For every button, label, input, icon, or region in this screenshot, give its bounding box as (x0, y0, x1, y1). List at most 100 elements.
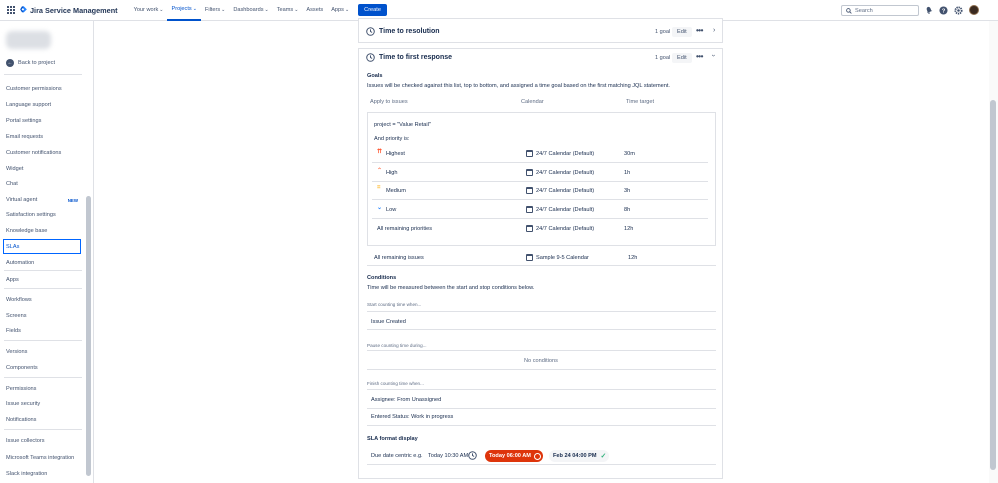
sla-title: Time to first response (379, 54, 453, 61)
edit-button[interactable]: Edit (672, 53, 692, 63)
format-label: Due date centric e.g. (371, 453, 423, 459)
start-condition-value[interactable]: Issue Created (371, 319, 406, 325)
menu-projects[interactable]: Projects ⌄ (167, 0, 201, 21)
calendar-icon (526, 206, 533, 213)
divider (367, 408, 716, 409)
menu-your-work[interactable]: Your work ⌄ (130, 0, 168, 21)
priority-name: Low (386, 207, 397, 213)
sidebar-item-permissions[interactable]: Permissions (4, 382, 82, 396)
sidebar-scrollbar[interactable] (86, 196, 91, 476)
priority-name: Highest (386, 151, 405, 157)
menu-dashboards[interactable]: Dashboards ⌄ (229, 0, 272, 21)
page-scrollbar-thumb[interactable] (990, 100, 996, 470)
sidebar-item-apps[interactable]: Apps (4, 273, 82, 287)
back-to-project-link[interactable]: ← Back to project (6, 59, 55, 67)
sidebar-item-customer-notifications[interactable]: Customer notifications (4, 146, 82, 160)
format-example-met: Feb 24 04:00 PM ✓ (549, 450, 609, 462)
chevron-down-icon[interactable]: › (710, 54, 717, 56)
clock-icon (533, 452, 541, 460)
remaining-issues-label: All remaining issues (374, 255, 424, 261)
user-avatar[interactable] (969, 5, 979, 15)
edit-button[interactable]: Edit (672, 27, 692, 37)
divider (367, 464, 716, 465)
search-input[interactable]: Search (841, 5, 919, 16)
new-badge: NEW (67, 197, 78, 203)
sidebar-item-slas[interactable]: SLAs (3, 239, 81, 254)
divider (4, 288, 82, 289)
search-icon (846, 7, 852, 14)
notifications-icon[interactable] (924, 6, 933, 15)
sidebar-item-workflows[interactable]: Workflows (4, 293, 82, 307)
menu-filters[interactable]: Filters ⌄ (201, 0, 229, 21)
sidebar-item-fields[interactable]: Fields (4, 324, 82, 338)
sidebar-item-customer-permissions[interactable]: Customer permissions (4, 82, 82, 96)
pause-condition-label: Pause counting time during... (367, 343, 427, 348)
calendar-icon (526, 169, 533, 176)
create-button[interactable]: Create (358, 4, 387, 16)
sidebar-item-virtual-agent[interactable]: Virtual agent NEW (4, 193, 82, 207)
time-target: 8h (624, 207, 631, 213)
more-actions-icon[interactable]: ••• (696, 52, 703, 61)
sidebar-item-chat[interactable]: Chat (4, 177, 82, 191)
sidebar-item-knowledge-base[interactable]: Knowledge base (4, 224, 82, 238)
menu-apps[interactable]: Apps ⌄ (327, 0, 353, 21)
app-switcher-icon[interactable] (7, 5, 16, 15)
sidebar-item-components[interactable]: Components (4, 361, 82, 375)
sidebar-item-automation[interactable]: Automation (4, 256, 82, 270)
calendar-name: 24/7 Calendar (Default) (536, 170, 595, 176)
calendar-icon (526, 225, 533, 232)
more-actions-icon[interactable]: ••• (696, 26, 703, 35)
conditions-heading: Conditions (367, 275, 397, 281)
sidebar-item-issue-security[interactable]: Issue security (4, 397, 82, 411)
sidebar-item-issue-collectors[interactable]: Issue collectors (4, 434, 82, 448)
divider (4, 270, 82, 271)
chevron-down-icon: ⌄ (344, 7, 350, 13)
product-name: Jira Service Management (30, 5, 118, 15)
sidebar-item-screens[interactable]: Screens (4, 309, 82, 323)
chevron-right-icon[interactable]: › (713, 27, 715, 34)
chevron-down-icon: ⌄ (264, 7, 269, 13)
time-target: 12h (628, 255, 638, 261)
divider (367, 265, 716, 266)
jql-statement: project = "Value Retail" (374, 122, 431, 128)
product-logo[interactable]: Jira Service Management (20, 6, 118, 15)
sidebar-item-satisfaction-settings[interactable]: Satisfaction settings (4, 208, 82, 222)
menu-assets[interactable]: Assets (302, 0, 327, 21)
sidebar-item-notifications[interactable]: Notifications (4, 413, 82, 427)
priority-low-icon: ⌄ (377, 205, 383, 211)
calendar-icon (526, 187, 533, 194)
settings-gear-icon[interactable] (954, 5, 963, 15)
time-target: 3h (624, 188, 631, 194)
calendar-name: 24/7 Calendar (Default) (536, 188, 595, 194)
time-target: 30m (624, 151, 635, 157)
priority-highest-icon: ⇈ (377, 149, 383, 155)
arrow-left-icon: ← (6, 59, 14, 67)
calendar-name: 24/7 Calendar (Default) (536, 226, 595, 232)
sidebar-item-widget[interactable]: Widget (4, 162, 82, 176)
calendar-name: 24/7 Calendar (Default) (536, 207, 595, 213)
sla-title: Time to resolution (379, 28, 440, 35)
help-icon[interactable]: ? (939, 5, 948, 15)
sidebar-item-slack[interactable]: Slack integration (4, 467, 82, 481)
finish-condition-label: Finish counting time when... (367, 381, 424, 386)
met-time: Feb 24 04:00 PM (553, 453, 597, 459)
divider (4, 340, 82, 341)
check-icon: ✓ (600, 453, 607, 460)
goal-count: 1 goal (655, 55, 671, 61)
menu-teams[interactable]: Teams ⌄ (273, 0, 303, 21)
format-example-upcoming: Today 10:30 AM (428, 453, 469, 459)
and-priority-label: And priority is: (374, 136, 410, 142)
divider (367, 350, 716, 351)
sidebar-item-versions[interactable]: Versions (4, 345, 82, 359)
sidebar-item-language-support[interactable]: Language support (4, 98, 82, 112)
finish-condition-value[interactable]: Assignee: From Unassigned (371, 397, 441, 403)
divider (4, 74, 82, 75)
divider (4, 429, 82, 430)
sidebar-item-portal-settings[interactable]: Portal settings (4, 114, 82, 128)
finish-condition-value[interactable]: Entered Status: Work in progress (371, 414, 453, 420)
sidebar-item-microsoft-teams[interactable]: Microsoft Teams integration (4, 451, 82, 465)
goal-count: 1 goal (655, 29, 671, 35)
divider (367, 389, 716, 390)
divider (4, 377, 82, 378)
sidebar-item-email-requests[interactable]: Email requests (4, 130, 82, 144)
